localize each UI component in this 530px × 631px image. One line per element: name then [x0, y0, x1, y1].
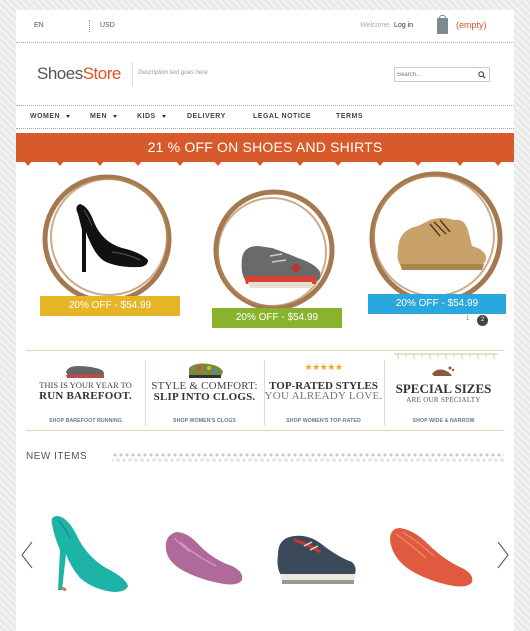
- nav-item-legal-notice[interactable]: LEGAL NOTICE: [253, 113, 311, 120]
- promo-line2: YOU ALREADY LOVE.: [264, 390, 383, 402]
- tan-boot-image: [397, 218, 486, 270]
- clog-shoe-icon: [189, 363, 223, 378]
- promo-clogs[interactable]: STYLE & COMFORT: SLIP INTO CLOGS. SHOP W…: [145, 354, 264, 428]
- search-box: [394, 67, 490, 82]
- nav-item-kids[interactable]: KIDS: [137, 113, 166, 120]
- currency-selector[interactable]: USD: [100, 22, 115, 29]
- nav-item-women[interactable]: WOMEN: [30, 113, 71, 120]
- nav-label: MEN: [90, 113, 108, 120]
- banner-zigzag-edge: [16, 161, 514, 166]
- promo-link[interactable]: SHOP BAREFOOT RUNNING: [26, 418, 145, 424]
- promo-banner[interactable]: 21 % OFF ON SHOES AND SHIRTS: [16, 133, 514, 162]
- slider-item[interactable]: 20% OFF - $54.99: [212, 188, 342, 328]
- promo-top-rated[interactable]: ★★★★★ TOP-RATED STYLES YOU ALREADY LOVE.…: [264, 354, 383, 428]
- promo-link[interactable]: SHOP WOMEN'S CLOGS: [145, 418, 264, 424]
- product-teal-pump[interactable]: [42, 510, 134, 600]
- cart-status[interactable]: (empty): [456, 20, 487, 30]
- logo-text-shoes: Shoes: [37, 64, 83, 83]
- product-pink-flat[interactable]: [160, 522, 246, 588]
- promo-line2: RUN BAREFOOT.: [39, 390, 132, 402]
- chevron-down-icon: [66, 114, 71, 118]
- price-ribbon: 20% OFF - $54.99: [40, 296, 180, 316]
- promo-barefoot[interactable]: THIS IS YOUR YEAR TO RUN BAREFOOT. SHOP …: [26, 354, 145, 428]
- login-link[interactable]: Log in: [394, 22, 413, 29]
- promo-line1: SPECIAL SIZES: [395, 381, 492, 396]
- slider-page-1[interactable]: 1: [466, 316, 469, 322]
- search-input[interactable]: [397, 69, 477, 80]
- decorative-diamond-pattern: [112, 452, 504, 462]
- search-icon[interactable]: [478, 71, 486, 79]
- shopping-bag-icon[interactable]: [437, 15, 448, 34]
- promo-link[interactable]: SHOP WIDE & NARROW: [384, 418, 503, 424]
- promo-strip: THIS IS YOUR YEAR TO RUN BAREFOOT. SHOP …: [26, 350, 504, 432]
- page: EN USD Welcome, Log in (empty) ShoesStor…: [16, 10, 514, 631]
- main-nav: WOMEN MEN KIDS DELIVERY LEGAL NOTICE TER…: [16, 106, 514, 128]
- topbar-divider: [89, 20, 90, 32]
- nav-label: KIDS: [137, 113, 156, 120]
- nav-item-men[interactable]: MEN: [90, 113, 118, 120]
- star-rating-icon: ★★★★★: [304, 362, 343, 372]
- promo-link[interactable]: SHOP WOMEN'S TOP-RATED: [264, 418, 383, 424]
- language-selector[interactable]: EN: [34, 22, 44, 29]
- divider: [16, 42, 514, 43]
- divider: [26, 350, 504, 351]
- price-ribbon: 20% OFF - $54.99: [368, 294, 506, 314]
- footprint-icon: [432, 366, 455, 376]
- slider-item[interactable]: 20% OFF - $54.99: [368, 170, 508, 320]
- tagline: Description text goes here: [138, 70, 208, 76]
- divider: [16, 128, 514, 129]
- ruler-icon: [394, 353, 498, 359]
- barefoot-shoe-icon: [66, 366, 104, 378]
- product-red-flat[interactable]: [386, 522, 476, 592]
- chevron-down-icon: [113, 114, 118, 118]
- price-ribbon: 20% OFF - $54.99: [212, 308, 342, 328]
- promo-line2: SLIP INTO CLOGS.: [153, 391, 256, 403]
- product-boat-shoe[interactable]: [274, 522, 360, 596]
- nav-item-terms[interactable]: TERMS: [336, 113, 363, 120]
- promo-line1: THIS IS YOUR YEAR TO: [39, 380, 132, 390]
- grey-sneaker-image: [241, 246, 321, 288]
- nav-item-delivery[interactable]: DELIVERY: [187, 113, 226, 120]
- logo[interactable]: ShoesStore: [37, 64, 121, 84]
- slider-item[interactable]: 20% OFF - $54.99: [40, 172, 180, 322]
- logo-divider: [132, 62, 133, 86]
- section-title: NEW ITEMS: [26, 451, 88, 462]
- promo-special-sizes[interactable]: SPECIAL SIZES ARE OUR SPECIALTY SHOP WID…: [384, 353, 503, 428]
- divider: [26, 430, 504, 431]
- nav-label: WOMEN: [30, 113, 61, 120]
- slider-page-2[interactable]: 2: [477, 315, 488, 326]
- promo-line2: ARE OUR SPECIALTY: [406, 396, 481, 404]
- black-pump-image: [76, 204, 148, 272]
- chevron-down-icon: [161, 114, 166, 118]
- chevron-left-icon[interactable]: [20, 540, 34, 570]
- welcome-text: Welcome,: [360, 22, 391, 29]
- top-bar: EN USD Welcome, Log in (empty): [16, 10, 514, 42]
- logo-text-store: Store: [82, 64, 122, 83]
- chevron-right-icon[interactable]: [496, 540, 510, 570]
